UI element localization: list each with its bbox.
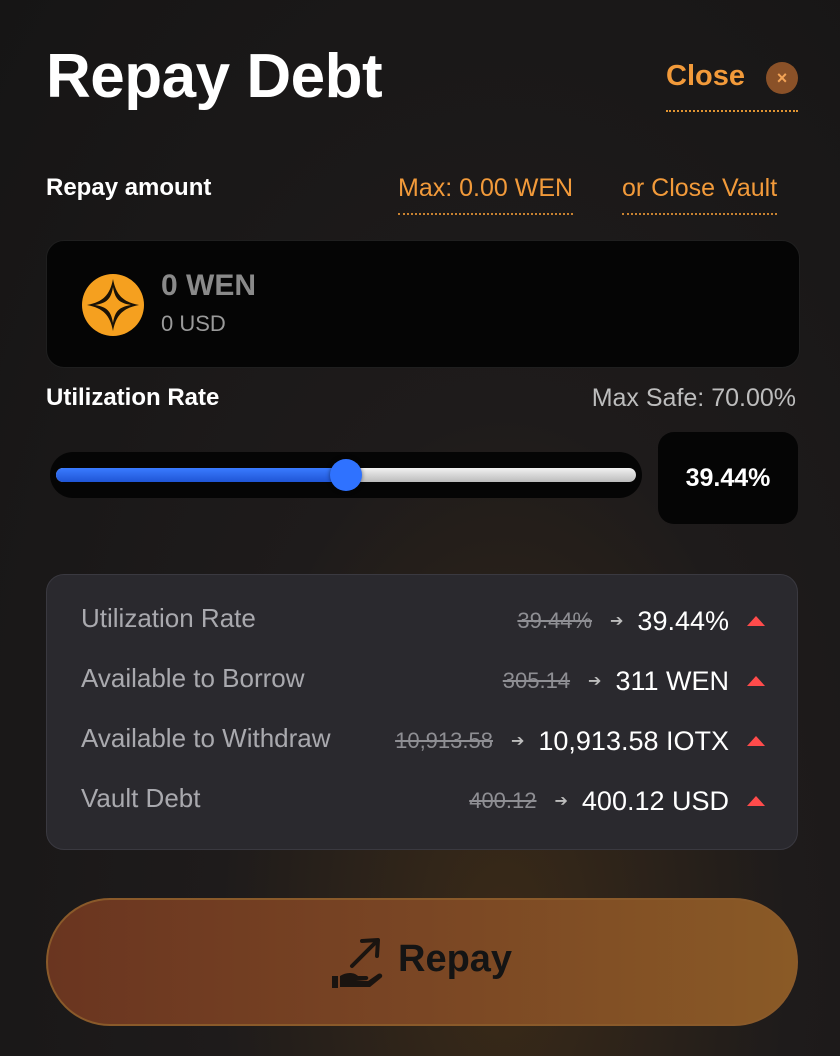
- close-icon[interactable]: ×: [766, 62, 798, 94]
- page-title: Repay Debt: [46, 42, 383, 111]
- arrow-right-icon: ➔: [510, 733, 525, 750]
- close-label: Close: [666, 60, 745, 92]
- stat-old-value: 305.14: [502, 668, 571, 693]
- stat-label: Available to Withdraw: [81, 723, 331, 753]
- arrow-right-icon: ➔: [554, 793, 568, 810]
- slider-fill: [56, 468, 346, 482]
- stat-row-utilization: Utilization Rate 39.44% ➔ 39.44%: [47, 601, 797, 641]
- utilization-rate-label: Utilization Rate: [46, 384, 220, 411]
- stat-row-available-withdraw: Available to Withdraw 10,913.58 ➔ 10,913…: [47, 721, 797, 761]
- stats-panel: Utilization Rate 39.44% ➔ 39.44% Availab…: [46, 574, 798, 850]
- utilization-rate-display: 39.44%: [658, 432, 798, 524]
- increase-indicator-icon: [747, 676, 765, 686]
- repay-amount-box[interactable]: 0 USD: [46, 240, 800, 368]
- stat-label: Utilization Rate: [81, 603, 256, 633]
- repay-amount-label: Repay amount: [46, 174, 212, 201]
- stat-old-value: 400.12: [469, 788, 537, 813]
- stat-label: Available to Borrow: [81, 663, 305, 693]
- stat-row-vault-debt: Vault Debt 400.12 ➔ 400.12 USD: [47, 781, 797, 821]
- hand-arrow-icon: [332, 938, 383, 988]
- arrow-right-icon: ➔: [588, 673, 602, 690]
- arrow-right-icon: ➔: [610, 613, 624, 630]
- stat-old-value: 10,913.58: [395, 728, 493, 753]
- stat-row-available-borrow: Available to Borrow 305.14 ➔ 311 WEN: [47, 661, 797, 701]
- close-button[interactable]: Close ×: [666, 56, 798, 112]
- increase-indicator-icon: [747, 736, 765, 746]
- repay-button[interactable]: Repay: [46, 898, 798, 1026]
- stat-new-value: 39.44%: [637, 605, 729, 636]
- stat-new-value: 10,913.58 IOTX: [538, 725, 729, 756]
- repay-button-label: Repay: [398, 938, 513, 980]
- stat-label: Vault Debt: [81, 783, 201, 813]
- increase-indicator-icon: [747, 616, 765, 626]
- slider-thumb[interactable]: [330, 459, 362, 491]
- wen-token-icon: [82, 274, 144, 336]
- max-safe-text: Max Safe: 70.00%: [591, 384, 796, 412]
- repay-amount-input[interactable]: [161, 269, 561, 303]
- stat-old-value: 39.44%: [517, 608, 593, 633]
- increase-indicator-icon: [747, 796, 765, 806]
- repay-amount-usd: 0 USD: [161, 311, 226, 336]
- utilization-slider[interactable]: [50, 452, 642, 498]
- max-amount-link[interactable]: Max: 0.00 WEN: [398, 174, 574, 215]
- stat-new-value: 400.12 USD: [581, 785, 729, 816]
- close-vault-link[interactable]: or Close Vault: [622, 174, 778, 215]
- stat-new-value: 311 WEN: [615, 665, 729, 696]
